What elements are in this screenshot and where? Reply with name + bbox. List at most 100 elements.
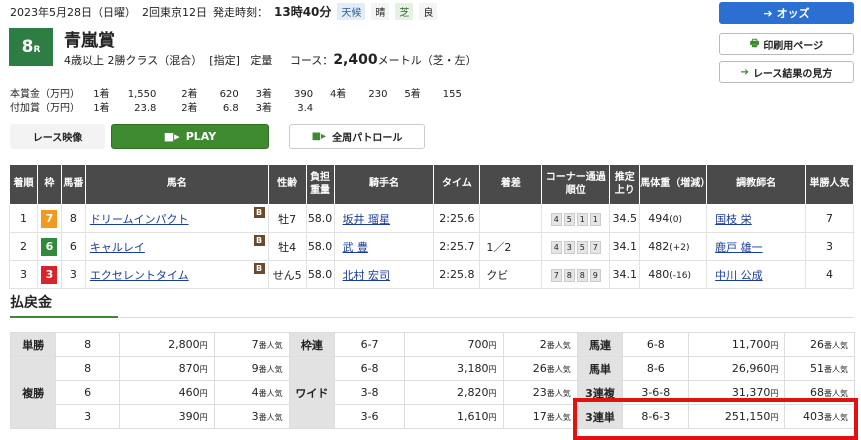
corner-position: 5 — [563, 212, 575, 226]
blinker-icon: B — [253, 263, 265, 274]
prize-place: 3着 — [255, 89, 272, 100]
payout-amount: 460 — [178, 386, 200, 399]
payout-unit: 円 — [199, 365, 208, 374]
trainer-cell: 鹿戸 雄一 — [706, 232, 807, 261]
wakuren-popularity: 2番人気 — [502, 332, 578, 357]
col-margin: 着差 — [479, 164, 543, 205]
trainer-cell: 国枝 栄 — [706, 204, 807, 233]
carried-weight: 58.0 — [305, 232, 335, 261]
payout-amount: 26,960 — [731, 362, 771, 375]
time: 2:25.7 — [433, 232, 481, 261]
horse-name-link[interactable]: キャルレイ — [90, 241, 145, 254]
col-jockey: 騎手名 — [333, 164, 435, 205]
popularity-unit: 番人気 — [546, 413, 571, 422]
course-distance: 2,400 — [333, 52, 378, 68]
popularity-rank: 2 — [539, 338, 547, 351]
horse-cell: ドリームインパクト B — [84, 204, 269, 233]
wide-combo: 3-6 — [334, 404, 405, 429]
payout-amount: 11,700 — [731, 338, 771, 351]
horse-name-link[interactable]: エクセレントタイム — [90, 269, 189, 282]
horse-number: 6 — [60, 232, 86, 261]
fukusho-payout: 390円 — [118, 404, 215, 429]
payout-amount: 3,180 — [457, 362, 489, 375]
margin: クビ — [479, 260, 543, 289]
fukusho-payout: 870円 — [118, 356, 215, 381]
result-guide-button[interactable]: ➔ レース結果の見方 — [719, 61, 854, 83]
col-rank: 着順 — [9, 164, 38, 205]
weather-value: 晴 — [371, 3, 390, 20]
popularity-rank: 51 — [810, 362, 824, 375]
popularity-rank: 26 — [532, 362, 547, 375]
wide-payout: 3,180円 — [403, 356, 504, 381]
odds-button[interactable]: ➔ オッズ — [719, 2, 854, 24]
jockey-cell: 武 豊 — [333, 232, 435, 261]
race-info-line: 2023年5月28日（日曜） 2回東京12日 発走時刻： 13時40分 天候 晴… — [10, 3, 438, 20]
highlight-box — [573, 398, 858, 440]
body-weight: 480(-16) — [639, 260, 708, 289]
jockey-link[interactable]: 武 豊 — [343, 241, 369, 254]
umaren-payout: 11,700円 — [688, 332, 786, 357]
fukusho-combo: 3 — [55, 404, 120, 429]
prize-value: 6.8 — [222, 103, 239, 114]
prize-place: 5着 — [404, 89, 421, 100]
time: 2:25.8 — [433, 260, 481, 289]
added-prize-label: 付加賞（万円） — [10, 103, 80, 114]
printer-icon: 🖶 — [749, 37, 760, 49]
jockey-cell: 北村 宏司 — [333, 260, 435, 289]
horse-name-link[interactable]: ドリームインパクト — [90, 213, 189, 226]
horse-number: 8 — [60, 204, 86, 233]
jockey-link[interactable]: 北村 宏司 — [343, 269, 391, 282]
race-meeting: 2回東京12日 — [142, 5, 207, 19]
patrol-video-button[interactable]: ■▸ 全周パトロール — [289, 124, 425, 149]
payout-amount: 2,820 — [457, 386, 489, 399]
time: 2:25.6 — [433, 204, 481, 233]
corner-position: 3 — [563, 240, 575, 254]
horse-number: 3 — [60, 260, 86, 289]
umatan-combo: 8-6 — [622, 356, 690, 381]
payout-amount: 390 — [178, 410, 200, 423]
popularity-unit: 番人気 — [546, 389, 571, 398]
corner-position: 8 — [563, 268, 575, 282]
wide-popularity: 23番人気 — [502, 380, 578, 405]
sex-age: せん5 — [267, 260, 307, 289]
corner-position: 7 — [589, 240, 601, 254]
payout-unit: 円 — [770, 389, 779, 398]
play-button[interactable]: ■▸ PLAY — [111, 124, 269, 149]
payout-unit: 円 — [488, 365, 497, 374]
popularity-unit: 番人気 — [258, 365, 283, 374]
trainer-link[interactable]: 国枝 栄 — [715, 213, 752, 226]
jockey-link[interactable]: 坂井 瑠星 — [343, 213, 391, 226]
popularity-unit: 番人気 — [546, 365, 571, 374]
umaren-label: 馬連 — [576, 332, 624, 357]
col-last3f: 推定上り — [609, 164, 641, 205]
payout-amount: 2,800 — [168, 338, 200, 351]
col-horse: 馬名 — [84, 164, 269, 205]
wide-label: ワイド — [288, 356, 336, 429]
added-prize-row: 付加賞（万円） 1着 23.8 2着 6.8 3着 3.4 — [10, 99, 313, 114]
wide-popularity: 26番人気 — [502, 356, 578, 381]
horse-cell: キャルレイ B — [84, 232, 269, 261]
blinker-icon: B — [253, 235, 265, 246]
prize-value: 23.8 — [134, 103, 157, 114]
tansho-popularity: 7番人気 — [213, 332, 290, 357]
corner-position: 1 — [589, 212, 601, 226]
trainer-link[interactable]: 鹿戸 雄一 — [715, 241, 763, 254]
print-page-button[interactable]: 🖶 印刷用ページ — [719, 33, 854, 55]
result-row: 3 3 3 エクセレントタイム B せん5 58.0 北村 宏司 2:25.8 クビ 7 8 8 9 34.… — [9, 260, 854, 289]
tansho-combo: 8 — [55, 332, 120, 357]
waku-badge: 3 — [41, 265, 58, 284]
video-tabs: レース映像 ■▸ PLAY ■▸ 全周パトロール — [10, 124, 425, 149]
fukusho-popularity: 9番人気 — [213, 356, 290, 381]
wide-payout: 1,610円 — [403, 404, 504, 429]
race-conditions: 4歳以上 2勝クラス（混合） [指定] 定量 コース：2,400メートル（芝・左… — [64, 52, 477, 68]
last-3f: 34.1 — [609, 232, 641, 261]
trainer-link[interactable]: 中川 公成 — [715, 269, 763, 282]
main-prize-label: 本賞金（万円） — [10, 89, 80, 100]
col-popularity: 単勝人気 — [805, 164, 854, 205]
video-camera-icon: ■▸ — [163, 130, 180, 143]
payout-unit: 円 — [199, 389, 208, 398]
play-button-label: PLAY — [185, 130, 217, 143]
popularity: 7 — [805, 204, 854, 233]
turf-condition: 良 — [419, 3, 438, 20]
race-name: 青嵐賞 — [64, 31, 115, 51]
